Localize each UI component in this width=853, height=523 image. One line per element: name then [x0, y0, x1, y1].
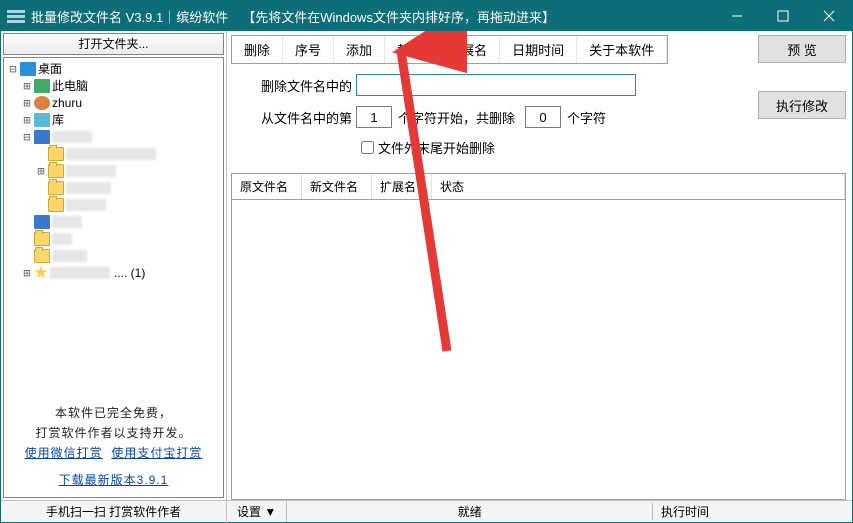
tree-expand-icon[interactable]: ⊞	[34, 164, 48, 178]
tab-ext[interactable]: 扩展名	[436, 36, 500, 63]
sidebar: 打开文件夹... ⊟桌面 ⊞此电脑 ⊞zhuru ⊞库 ⊟ · ⊞ · · · …	[1, 31, 227, 500]
folder-tree[interactable]: ⊟桌面 ⊞此电脑 ⊞zhuru ⊞库 ⊟ · ⊞ · · · · · ⊞....…	[3, 57, 224, 498]
tree-item-lib[interactable]: 库	[52, 111, 64, 128]
delete-substring-label: 删除文件名中的	[261, 76, 352, 95]
folder-icon	[48, 147, 64, 161]
tab-delete[interactable]: 删除	[232, 36, 283, 63]
status-bar: 手机扫一扫 打赏软件作者 设置 ▼ 就绪 执行时间	[1, 500, 852, 522]
tree-item-desktop[interactable]: 桌面	[38, 60, 62, 77]
file-list[interactable]	[231, 199, 846, 500]
tree-item-blurred[interactable]	[66, 199, 106, 211]
folder-icon	[48, 198, 64, 212]
tree-item-blurred[interactable]	[66, 148, 156, 160]
status-qr-hint: 手机扫一扫 打赏软件作者	[1, 501, 227, 523]
tree-item-thispc[interactable]: 此电脑	[52, 77, 88, 94]
col-ext[interactable]: 扩展名	[372, 174, 432, 199]
app-shortcut-icon	[34, 215, 50, 229]
tree-expand-icon[interactable]: ⊞	[20, 266, 34, 280]
tab-datetime[interactable]: 日期时间	[500, 36, 577, 63]
maximize-button[interactable]	[760, 1, 806, 31]
status-ready: 就绪	[287, 503, 652, 520]
col-new[interactable]: 新文件名	[302, 174, 372, 199]
minimize-button[interactable]	[714, 1, 760, 31]
folder-icon	[34, 249, 50, 263]
from-tail-label: 文件外末尾开始删除	[378, 138, 495, 157]
tree-item-blurred[interactable]	[52, 216, 82, 228]
file-list-header: 原文件名 新文件名 扩展名 状态	[231, 173, 846, 199]
from-char-label-c: 个字符	[567, 108, 606, 127]
tab-number[interactable]: 序号	[283, 36, 334, 63]
tree-item-suffix: .... (1)	[114, 266, 145, 280]
folder-icon	[48, 181, 64, 195]
from-char-label-a: 从文件名中的第	[261, 108, 352, 127]
from-tail-checkbox[interactable]	[361, 141, 374, 154]
tree-collapse-icon[interactable]: ⊟	[6, 62, 20, 76]
folder-icon	[34, 232, 50, 246]
star-icon	[34, 266, 48, 280]
tree-item-blurred[interactable]	[52, 131, 92, 143]
tree-item-blurred[interactable]	[66, 182, 111, 194]
pc-icon	[34, 79, 50, 93]
download-latest-link[interactable]: 下载最新版本3.9.1	[59, 473, 169, 487]
tree-item-user[interactable]: zhuru	[52, 96, 82, 110]
donate-alipay-link[interactable]: 使用支付宝打赏	[111, 446, 202, 460]
titlebar: 批量修改文件名 V3.9.1｜缤纷软件 【先将文件在Windows文件夹内排好序…	[1, 1, 852, 31]
tree-expand-icon[interactable]: ⊞	[20, 96, 34, 110]
tree-expand-icon[interactable]: ⊞	[20, 79, 34, 93]
col-original[interactable]: 原文件名	[232, 174, 302, 199]
library-icon	[34, 113, 50, 127]
tab-about[interactable]: 关于本软件	[577, 36, 667, 63]
app-icon	[7, 10, 25, 23]
delete-substring-input[interactable]	[356, 74, 636, 96]
settings-menu[interactable]: 设置 ▼	[227, 501, 287, 522]
preview-button[interactable]: 预 览	[758, 35, 846, 63]
window-title: 批量修改文件名 V3.9.1｜缤纷软件	[31, 7, 228, 26]
tab-add[interactable]: 添加	[334, 36, 385, 63]
donate-wechat-link[interactable]: 使用微信打赏	[25, 446, 103, 460]
status-time-label: 执行时间	[652, 503, 852, 520]
tree-item-blurred[interactable]	[66, 165, 116, 177]
tree-expand-icon[interactable]: ⊞	[20, 113, 34, 127]
col-status[interactable]: 状态	[432, 174, 845, 199]
from-char-label-b: 个字符开始，共删除	[398, 108, 515, 127]
close-button[interactable]	[806, 1, 852, 31]
cloud-icon	[34, 130, 50, 144]
start-index-input[interactable]	[356, 106, 392, 128]
tree-item-blurred[interactable]	[52, 250, 87, 262]
free-text-1: 本软件已完全免费，	[8, 404, 219, 421]
open-folder-header[interactable]: 打开文件夹...	[3, 33, 224, 55]
delete-panel: 删除文件名中的 从文件名中的第 个字符开始，共删除 个字符 文件	[231, 64, 668, 173]
desktop-icon	[20, 62, 36, 76]
delete-count-input[interactable]	[525, 106, 561, 128]
tree-item-blurred[interactable]	[50, 267, 110, 279]
execute-button[interactable]: 执行修改	[758, 91, 846, 119]
free-text-2: 打赏软件作者以支持开发。	[8, 424, 219, 441]
user-icon	[34, 96, 50, 110]
tree-item-blurred[interactable]	[52, 233, 72, 245]
tab-replace[interactable]: 替换	[385, 36, 436, 63]
folder-icon	[48, 164, 64, 178]
tabs: 删除 序号 添加 替换 扩展名 日期时间 关于本软件	[231, 35, 668, 64]
tree-collapse-icon[interactable]: ⊟	[20, 130, 34, 144]
window-title-hint: 【先将文件在Windows文件夹内排好序，再拖动进来】	[242, 7, 555, 26]
main-panel: 删除 序号 添加 替换 扩展名 日期时间 关于本软件 删除文件名中的	[227, 31, 852, 500]
